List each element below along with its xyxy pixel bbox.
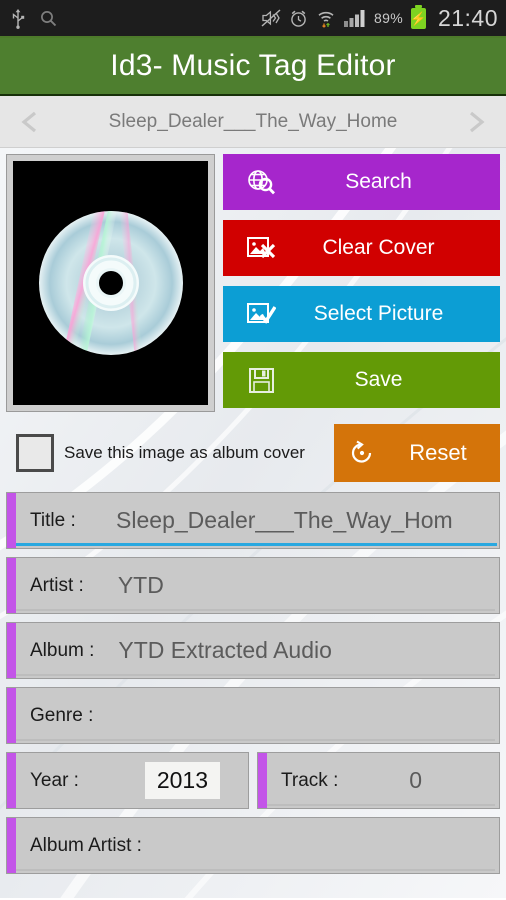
mute-icon <box>261 9 281 27</box>
alarm-icon <box>289 9 308 28</box>
app-bar: Id3- Music Tag Editor <box>0 38 506 96</box>
save-button[interactable]: Save <box>223 352 500 408</box>
field-row-album: Album : YTD Extracted Audio <box>6 622 500 679</box>
cover-option-row: Save this image as album cover Reset <box>6 424 500 482</box>
field-accent-bar <box>7 818 16 873</box>
search-button-label: Search <box>345 170 412 193</box>
globe-search-icon <box>241 168 281 196</box>
track-field-underline <box>267 804 495 806</box>
field-row-genre: Genre : <box>6 687 500 744</box>
field-row-album-artist: Album Artist : <box>6 817 500 874</box>
search-button[interactable]: Search <box>223 154 500 210</box>
album-artist-field-underline <box>16 869 495 871</box>
rotate-ccw-icon <box>334 440 390 466</box>
search-icon <box>40 10 57 27</box>
chevron-left-icon[interactable] <box>18 109 44 135</box>
usb-icon <box>10 7 26 29</box>
year-field-label: Year : <box>30 769 79 791</box>
app-title: Id3- Music Tag Editor <box>110 49 396 82</box>
artist-field[interactable]: Artist : YTD <box>6 557 500 614</box>
field-row-artist: Artist : YTD <box>6 557 500 614</box>
image-check-icon <box>241 301 281 328</box>
cd-disc-icon <box>38 211 183 355</box>
status-bar-left-icons <box>10 7 57 29</box>
year-field[interactable]: Year : 2013 <box>6 752 249 809</box>
select-picture-button-label: Select Picture <box>313 302 444 325</box>
artist-field-underline <box>16 609 495 611</box>
status-bar-right-icons: 89% ⚡ 21:40 <box>261 4 498 32</box>
album-art-image <box>13 161 208 405</box>
select-picture-button[interactable]: Select Picture <box>223 286 500 342</box>
title-field-underline <box>16 543 497 546</box>
artist-field-label: Artist : <box>30 574 84 596</box>
metadata-fields: Title : Sleep_Dealer___The_Way_Hom Artis… <box>6 492 500 874</box>
genre-field-underline <box>16 739 495 741</box>
current-filename: Sleep_Dealer___The_Way_Home <box>108 110 398 132</box>
action-button-column: Search Clear Cover Select Picture Save <box>223 154 500 412</box>
title-field-label: Title : <box>30 509 76 531</box>
status-clock: 21:40 <box>437 4 498 31</box>
field-accent-bar <box>7 753 16 808</box>
album-artist-field[interactable]: Album Artist : <box>6 817 500 874</box>
save-button-label: Save <box>354 368 403 391</box>
wifi-icon <box>316 9 336 28</box>
main-content: Search Clear Cover Select Picture Save S… <box>0 148 506 898</box>
genre-field[interactable]: Genre : <box>6 687 500 744</box>
save-image-as-cover-checkbox[interactable] <box>16 434 54 472</box>
title-field-value[interactable]: Sleep_Dealer___The_Way_Hom <box>76 507 493 534</box>
title-field[interactable]: Title : Sleep_Dealer___The_Way_Hom <box>6 492 500 549</box>
status-bar: 89% ⚡ 21:40 <box>0 0 506 38</box>
floppy-disk-icon <box>241 367 281 394</box>
genre-field-label: Genre : <box>30 704 94 726</box>
save-image-as-cover-label: Save this image as album cover <box>64 443 305 462</box>
track-field[interactable]: Track : 0 <box>257 752 500 809</box>
year-field-value[interactable]: 2013 <box>144 762 220 799</box>
image-remove-icon <box>241 235 281 262</box>
field-accent-bar <box>7 623 16 678</box>
field-accent-bar <box>258 753 267 808</box>
battery-icon: ⚡ <box>410 4 427 29</box>
field-accent-bar <box>7 558 16 613</box>
battery-percent: 89% <box>374 10 403 26</box>
signal-icon <box>344 9 366 27</box>
field-accent-bar <box>7 493 16 548</box>
clear-cover-button-label: Clear Cover <box>322 236 435 259</box>
clear-cover-button[interactable]: Clear Cover <box>223 220 500 276</box>
file-nav-bar: Sleep_Dealer___The_Way_Home <box>0 96 506 148</box>
cover-and-actions: Search Clear Cover Select Picture Save <box>6 154 500 412</box>
track-field-label: Track : <box>281 769 339 791</box>
field-row-title: Title : Sleep_Dealer___The_Way_Hom <box>6 492 500 549</box>
chevron-right-icon[interactable] <box>462 109 488 135</box>
album-art-frame[interactable] <box>6 154 215 412</box>
field-accent-bar <box>7 688 16 743</box>
reset-button[interactable]: Reset <box>334 424 500 482</box>
artist-field-value[interactable]: YTD <box>84 572 493 599</box>
charging-bolt-icon: ⚡ <box>410 10 427 26</box>
album-field-label: Album : <box>30 639 95 661</box>
reset-button-label: Reset <box>409 440 467 465</box>
track-field-value[interactable]: 0 <box>338 767 493 794</box>
album-field-underline <box>16 674 495 676</box>
album-field[interactable]: Album : YTD Extracted Audio <box>6 622 500 679</box>
field-row-year-track: Year : 2013 Track : 0 <box>6 752 500 809</box>
album-artist-field-label: Album Artist : <box>30 834 142 856</box>
album-field-value[interactable]: YTD Extracted Audio <box>94 637 493 664</box>
